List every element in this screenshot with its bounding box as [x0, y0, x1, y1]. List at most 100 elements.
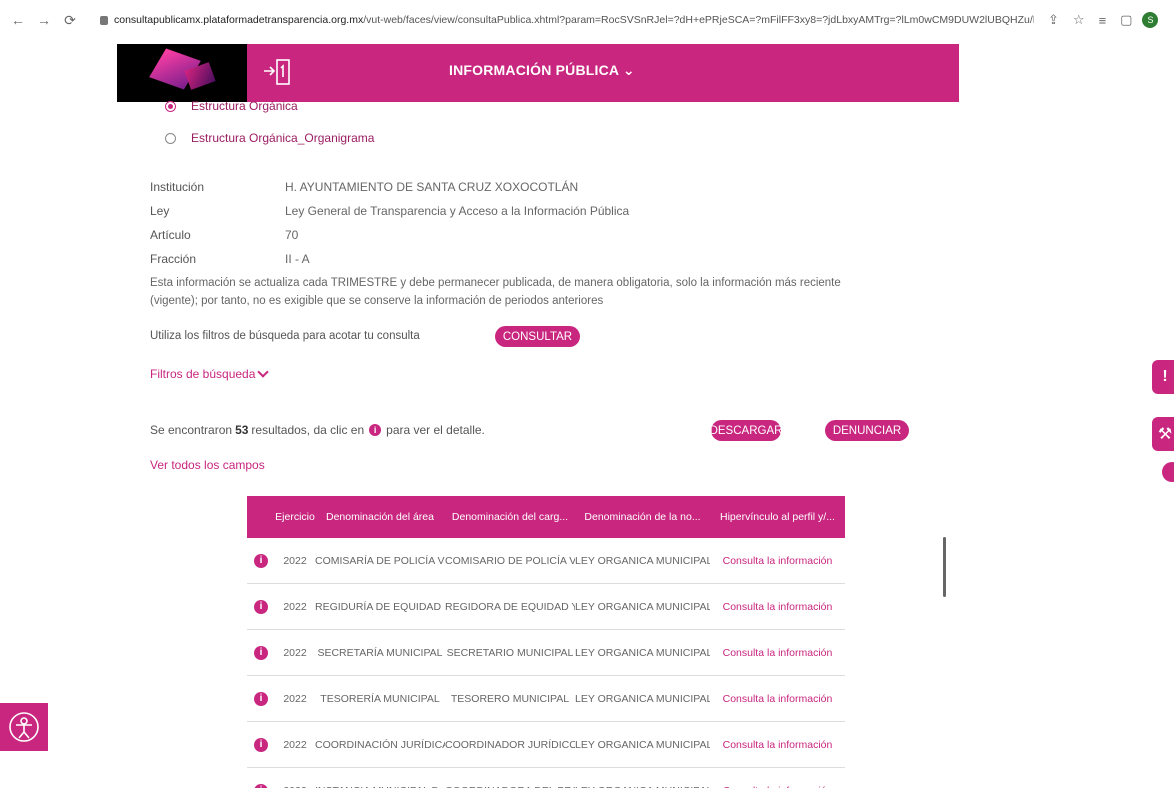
table-row[interactable]: i 2022 COMISARÍA DE POLICÍA VI... COMISARIO…	[247, 538, 845, 584]
table-row[interactable]: i 2022 TESORERÍA MUNICIPAL TESORERO MUNICIP…	[247, 676, 845, 722]
login-icon[interactable]	[262, 57, 292, 87]
row-info-cell: i	[247, 783, 275, 788]
column-header-norma[interactable]: Denominación de la no...	[575, 511, 710, 523]
row-info-cell: i	[247, 553, 275, 568]
lock-icon[interactable]	[100, 15, 108, 25]
row-info-icon[interactable]: i	[254, 783, 268, 788]
filtros-label: Filtros de búsqueda	[150, 367, 256, 381]
cell-norma: LEY ORGANICA MUNICIPAL ...	[575, 600, 710, 613]
consultar-button[interactable]: CONSULTAR	[495, 326, 580, 347]
radio-estructura-organica[interactable]: Estructura Orgánica	[165, 99, 298, 113]
filtros-toggle[interactable]: Filtros de búsqueda	[150, 366, 270, 381]
chevron-down-icon	[257, 366, 270, 378]
cell-norma: LEY ORGANICA MUNICIPAL ...	[575, 646, 710, 659]
cell-consulta-link[interactable]: Consulta la información	[710, 693, 845, 705]
table-body: i 2022 COMISARÍA DE POLICÍA VI... COMISARIO…	[247, 538, 845, 788]
articulo-value: 70	[285, 228, 299, 242]
row-info-icon[interactable]: i	[254, 645, 268, 660]
fraccion-label: Fracción	[150, 252, 197, 266]
wrench-icon: ⚒	[1157, 426, 1173, 443]
cell-ejercicio: 2022	[275, 785, 315, 788]
column-header-area[interactable]: Denominación del área	[315, 511, 445, 523]
chevron-down-icon: ⌄	[622, 62, 635, 78]
url-host: consultapublicamx.plataformadetransparen…	[114, 14, 364, 26]
table-header: Ejercicio Denominación del área Denomina…	[247, 496, 845, 538]
exclamation-icon: !	[1162, 368, 1168, 385]
reading-list-icon[interactable]: ≡	[1099, 13, 1107, 28]
share-icon[interactable]: ⇪	[1048, 12, 1059, 28]
column-header-cargo[interactable]: Denominación del carg...	[445, 511, 575, 523]
sidepanel-icon[interactable]: ▢	[1120, 12, 1132, 28]
address-bar[interactable]: consultapublicamx.plataformadetransparen…	[114, 14, 1034, 26]
articulo-label: Artículo	[150, 228, 191, 242]
cell-consulta-link[interactable]: Consulta la información	[710, 739, 845, 751]
header-title-text: INFORMACIÓN PÚBLICA	[449, 62, 619, 78]
cell-consulta-link[interactable]: Consulta la información	[710, 785, 845, 788]
accessibility-icon	[9, 712, 39, 742]
update-notice: Esta información se actualiza cada TRIME…	[150, 277, 841, 307]
table-row[interactable]: i 2022 REGIDURÍA DE EQUIDAD ... REGIDORA DE…	[247, 584, 845, 630]
cell-area: COORDINACIÓN JURÍDICA	[315, 738, 445, 751]
results-middle: resultados, da clic en	[251, 423, 365, 437]
accessibility-button[interactable]	[0, 703, 48, 751]
descargar-button[interactable]: DESCARGAR	[710, 420, 782, 441]
site-header: INFORMACIÓN PÚBLICA ⌄	[117, 44, 959, 102]
cell-ejercicio: 2022	[283, 554, 307, 567]
table-row[interactable]: i 2022INSTANCIA MUNICIPAL D...COORDINADOR…	[247, 768, 845, 788]
cell-norma: LEY ORGANICA MUNICIPAL ...	[575, 785, 710, 788]
row-info-icon[interactable]: i	[254, 691, 268, 706]
results-suffix: para ver el detalle.	[386, 423, 485, 437]
alert-side-button[interactable]: !	[1152, 360, 1174, 394]
cell-ejercicio: 2022	[283, 692, 307, 705]
row-info-cell: i	[247, 737, 275, 752]
radio-checked-icon[interactable]	[165, 100, 176, 112]
table-scrollbar[interactable]	[943, 537, 946, 597]
institucion-value: H. AYUNTAMIENTO DE SANTA CRUZ XOXOCOTLÁN	[285, 180, 579, 194]
forward-icon[interactable]: →	[36, 12, 52, 28]
cell-area: COMISARÍA DE POLICÍA VI...	[315, 554, 445, 567]
column-header-ejercicio[interactable]: Ejercicio	[275, 511, 315, 523]
cell-cargo: TESORERO MUNICIPAL	[450, 692, 570, 705]
radio-estructura-organigrama[interactable]: Estructura Orgánica_Organigrama	[165, 131, 374, 145]
column-header-hipervinculo[interactable]: Hipervínculo al perfil y/...	[710, 511, 845, 523]
cell-area: TESORERÍA MUNICIPAL	[320, 692, 440, 705]
browser-toolbar: ← → ⟳ consultapublicamx.plataformadetran…	[0, 0, 1174, 40]
row-info-icon[interactable]: i	[254, 553, 268, 568]
url-path: /vut-web/faces/view/consultaPublica.xhtm…	[363, 14, 1034, 26]
cell-ejercicio: 2022	[283, 738, 307, 751]
radio-unchecked-icon[interactable]	[165, 132, 176, 144]
cell-consulta-link[interactable]: Consulta la información	[710, 601, 845, 613]
tools-side-button[interactable]: ⚒	[1152, 417, 1174, 451]
ver-todos-link[interactable]: Ver todos los campos	[150, 458, 265, 472]
cell-norma: LEY ORGANICA MUNICIPAL ...	[575, 554, 710, 567]
table-row[interactable]: i 2022 COORDINACIÓN JURÍDICA COORDINADOR JU…	[247, 722, 845, 768]
cell-cargo: SECRETARIO MUNICIPAL	[446, 646, 574, 659]
cell-consulta-link[interactable]: Consulta la información	[710, 555, 845, 567]
cell-cargo: REGIDORA DE EQUIDAD Y G...	[445, 600, 575, 613]
cell-cargo: COMISARIO DE POLICÍA VIAL	[445, 554, 575, 567]
cell-consulta-link[interactable]: Consulta la información	[710, 647, 845, 659]
back-icon[interactable]: ←	[10, 12, 26, 28]
side-circle-button[interactable]	[1162, 462, 1174, 482]
fraccion-value: II - A	[285, 252, 310, 266]
reload-icon[interactable]: ⟳	[62, 12, 78, 29]
bookmark-star-icon[interactable]: ☆	[1073, 12, 1085, 28]
radio-label: Estructura Orgánica_Organigrama	[191, 131, 375, 145]
header-menu-title[interactable]: INFORMACIÓN PÚBLICA ⌄	[449, 62, 635, 79]
row-info-icon[interactable]: i	[254, 599, 268, 614]
cell-ejercicio: 2022	[283, 646, 307, 659]
denunciar-button[interactable]: DENUNCIAR	[825, 420, 909, 441]
table-row[interactable]: i 2022 SECRETARÍA MUNICIPAL SECRETARIO MUNI…	[247, 630, 845, 676]
site-logo[interactable]	[117, 44, 247, 102]
cell-area: INSTANCIA MUNICIPAL D...	[315, 785, 445, 788]
radio-label: Estructura Orgánica	[191, 99, 298, 113]
cell-area: SECRETARÍA MUNICIPAL	[317, 646, 443, 659]
cell-ejercicio: 2022	[283, 600, 307, 613]
profile-avatar[interactable]: S	[1142, 12, 1159, 28]
cell-cargo: COORDINADOR JURÍDICO	[445, 738, 575, 751]
row-info-cell: i	[247, 645, 275, 660]
cell-norma: LEY ORGANICA MUNICIPAL ...	[575, 692, 710, 705]
row-info-icon[interactable]: i	[254, 737, 268, 752]
ley-label: Ley	[150, 204, 170, 218]
cell-norma: LEY ORGANICA MUNICIPAL ...	[575, 738, 710, 751]
